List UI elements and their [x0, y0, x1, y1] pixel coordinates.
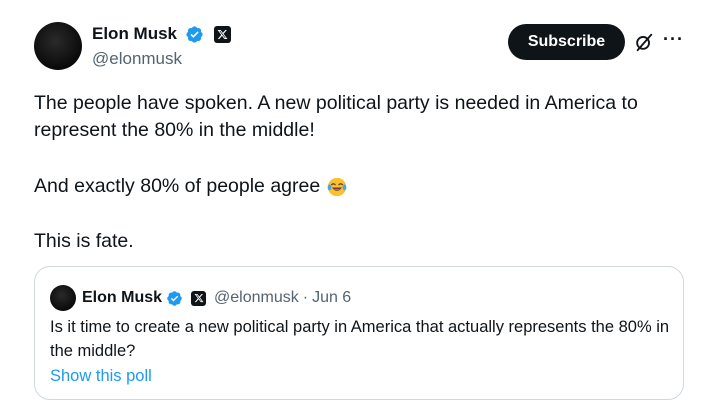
quote-author-handle: @elonmusk — [214, 289, 299, 306]
author-name-row: Elon Musk — [92, 24, 232, 44]
tweet-text: The people have spoken. A new political … — [34, 90, 694, 255]
tweet-paragraph-2-text: And exactly 80% of people agree — [34, 175, 321, 197]
avatar[interactable] — [34, 22, 82, 70]
subscribe-button[interactable]: Subscribe — [508, 24, 625, 60]
tweet-paragraph-3: This is fate. — [34, 230, 134, 252]
quote-text: Is it time to create a new political par… — [50, 318, 670, 360]
quote-separator: · — [302, 289, 309, 306]
more-icon[interactable]: ··· — [663, 30, 684, 48]
tweet-paragraph-1: The people have spoken. A new political … — [34, 92, 638, 141]
quote-tweet[interactable]: Elon Musk @elonmusk · Jun 6 Is it time t… — [34, 266, 684, 400]
tweet-card[interactable]: Elon Musk @elonmusk Subscribe ··· The pe… — [0, 0, 720, 414]
grok-icon[interactable] — [633, 31, 655, 53]
quote-avatar — [50, 285, 76, 311]
laughing-emoji-icon — [326, 176, 348, 198]
x-affiliate-icon[interactable] — [214, 25, 232, 43]
verified-badge-icon — [166, 290, 183, 307]
quote-header: Elon Musk @elonmusk · Jun 6 — [50, 285, 351, 311]
tweet-paragraph-2: And exactly 80% of people agree — [34, 173, 694, 200]
author-handle[interactable]: @elonmusk — [92, 49, 182, 69]
verified-badge-icon[interactable] — [185, 25, 204, 44]
show-poll-link[interactable]: Show this poll — [50, 367, 152, 386]
quote-date: Jun 6 — [312, 289, 352, 306]
x-affiliate-icon — [191, 290, 207, 306]
quote-author-name: Elon Musk — [82, 289, 163, 306]
author-display-name[interactable]: Elon Musk — [92, 24, 177, 44]
